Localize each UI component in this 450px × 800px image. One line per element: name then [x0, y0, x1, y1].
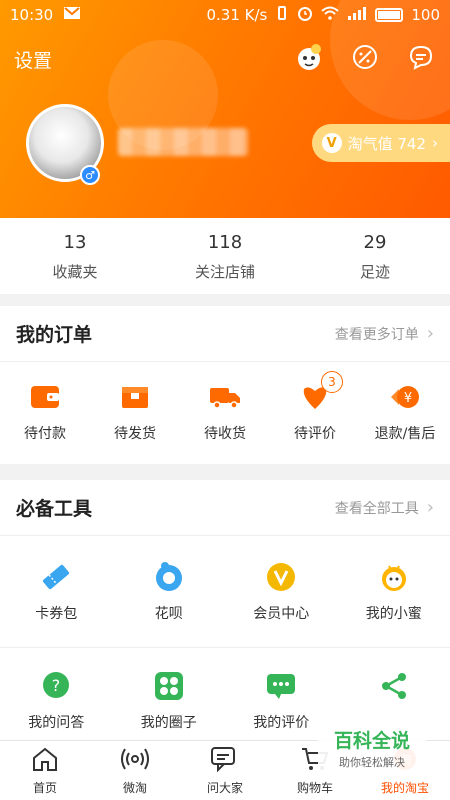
- tab-label: 首页: [32, 780, 57, 795]
- message-icon: [63, 6, 81, 24]
- stat-followed-shops[interactable]: 118 关注店铺: [150, 218, 300, 294]
- circle-icon: [153, 670, 185, 702]
- tools-section: 必备工具 查看全部工具 › 卡券包 花呗 会员中心 我的小蜜 ? 我的问答 我的…: [0, 480, 450, 740]
- chat-icon: [210, 746, 240, 776]
- order-pending-receipt[interactable]: 待收货: [180, 362, 270, 462]
- gender-male-icon: ♂: [80, 165, 100, 185]
- svg-text:¥: ¥: [404, 391, 412, 406]
- tool-label: 我的圈子: [140, 715, 197, 731]
- chevron-right-icon: ›: [432, 134, 438, 152]
- view-all-orders-link[interactable]: 查看更多订单 ›: [335, 323, 434, 344]
- tool-member-center[interactable]: 会员中心: [225, 536, 338, 647]
- tool-share[interactable]: [338, 648, 450, 712]
- tool-huabei[interactable]: 花呗: [113, 536, 226, 647]
- tool-label: 我的问答: [28, 715, 85, 731]
- box-icon: [119, 381, 151, 413]
- order-label: 退款/售后: [374, 426, 436, 442]
- order-pending-review[interactable]: 3 待评价: [270, 362, 360, 462]
- view-all-orders-label: 查看更多订单: [334, 326, 419, 343]
- chevron-right-icon: ›: [426, 323, 434, 344]
- stat-label: 收藏夹: [52, 263, 98, 281]
- tab-label: 购物车: [296, 780, 333, 795]
- message-bubble-icon[interactable]: [406, 42, 436, 72]
- bee-icon: [378, 561, 410, 593]
- tab-ask-everyone[interactable]: 问大家: [180, 741, 270, 800]
- status-time: 10:30: [10, 6, 54, 24]
- wallet-icon: [29, 381, 61, 413]
- ticket-icon: [40, 561, 72, 593]
- tool-coupon-wallet[interactable]: 卡券包: [0, 536, 113, 647]
- mascot-icon[interactable]: [294, 42, 324, 72]
- tab-label: 微淘: [122, 780, 147, 795]
- order-label: 待发货: [114, 426, 156, 442]
- question-icon: ?: [40, 670, 72, 702]
- order-pending-shipment[interactable]: 待发货: [90, 362, 180, 462]
- stat-number: 118: [207, 232, 243, 253]
- tool-my-reviews[interactable]: 我的评价: [225, 648, 338, 732]
- stat-label: 关注店铺: [194, 263, 255, 281]
- battery-icon: [375, 8, 404, 22]
- vip-icon: [265, 561, 297, 593]
- status-bar: 10:30 0.31 K/s 100: [0, 0, 450, 30]
- review-count-badge: 3: [321, 371, 343, 393]
- tool-my-assistant[interactable]: 我的小蜜: [338, 536, 450, 647]
- tool-label: 会员中心: [253, 605, 310, 622]
- share-icon: [378, 670, 410, 702]
- truck-icon: [209, 381, 241, 413]
- tab-label: 问大家: [206, 780, 243, 795]
- alarm-icon: [297, 5, 313, 25]
- tool-label: 我的小蜜: [365, 605, 422, 622]
- settings-button[interactable]: 设置: [14, 46, 52, 73]
- tool-label: 花呗: [154, 605, 183, 622]
- huabei-icon: [153, 561, 185, 593]
- watermark-title: 百科全说: [333, 730, 410, 752]
- stat-number: 13: [63, 232, 87, 253]
- taoqi-label: 淘气值 742: [347, 134, 426, 153]
- stat-label: 足迹: [359, 263, 390, 281]
- tool-my-qa[interactable]: ? 我的问答: [0, 648, 113, 732]
- orders-title: 我的订单: [16, 324, 93, 346]
- tab-home[interactable]: 首页: [0, 741, 90, 800]
- stats-bar: 13 收藏夹 118 关注店铺 29 足迹: [0, 218, 450, 294]
- stat-footprints[interactable]: 29 足迹: [300, 218, 450, 294]
- username-blurred: [118, 128, 248, 156]
- profile-header: 10:30 0.31 K/s 100 设置 ♂ V 淘气值 742 ›: [0, 0, 450, 218]
- watermark-subtitle: 助你轻松解决: [339, 756, 405, 769]
- refund-icon: ¥: [389, 381, 421, 413]
- signal-icon: [347, 6, 367, 24]
- view-all-tools-label: 查看全部工具: [334, 500, 419, 517]
- taoqi-badge-icon: V: [321, 133, 342, 153]
- skin-icon[interactable]: [350, 42, 380, 72]
- order-pending-payment[interactable]: 待付款: [0, 362, 90, 462]
- tool-label: 卡券包: [35, 605, 78, 622]
- stat-favorites[interactable]: 13 收藏夹: [0, 218, 150, 294]
- tool-my-circle[interactable]: 我的圈子: [113, 648, 226, 732]
- watermark-logo: 百科全说 助你轻松解决: [318, 728, 426, 778]
- chevron-right-icon: ›: [426, 497, 434, 518]
- network-speed: 0.31 K/s: [206, 6, 268, 24]
- order-label: 待付款: [24, 426, 66, 442]
- battery-level: 100: [411, 6, 440, 24]
- orders-section: 我的订单 查看更多订单 › 待付款 待发货 待收货 3 待评价 ¥ 退款/售后: [0, 306, 450, 464]
- order-label: 待收货: [204, 426, 246, 442]
- view-all-tools-link[interactable]: 查看全部工具 ›: [335, 497, 434, 518]
- vibrate-icon: [275, 5, 289, 25]
- tab-label: 我的淘宝: [380, 780, 429, 795]
- svg-text:?: ?: [52, 676, 61, 695]
- tool-label: 我的评价: [253, 715, 310, 731]
- wifi-icon: [321, 6, 340, 24]
- broadcast-icon: [120, 746, 150, 776]
- order-refund-aftersale[interactable]: ¥ 退款/售后: [360, 362, 450, 462]
- tab-weitao[interactable]: 微淘: [90, 741, 180, 800]
- comment-icon: [265, 670, 297, 702]
- taoqi-value-button[interactable]: V 淘气值 742 ›: [311, 124, 450, 162]
- tools-title: 必备工具: [16, 498, 93, 520]
- stat-number: 29: [363, 232, 387, 253]
- home-icon: [31, 746, 59, 776]
- order-label: 待评价: [294, 426, 336, 442]
- review-icon: 3: [299, 371, 343, 413]
